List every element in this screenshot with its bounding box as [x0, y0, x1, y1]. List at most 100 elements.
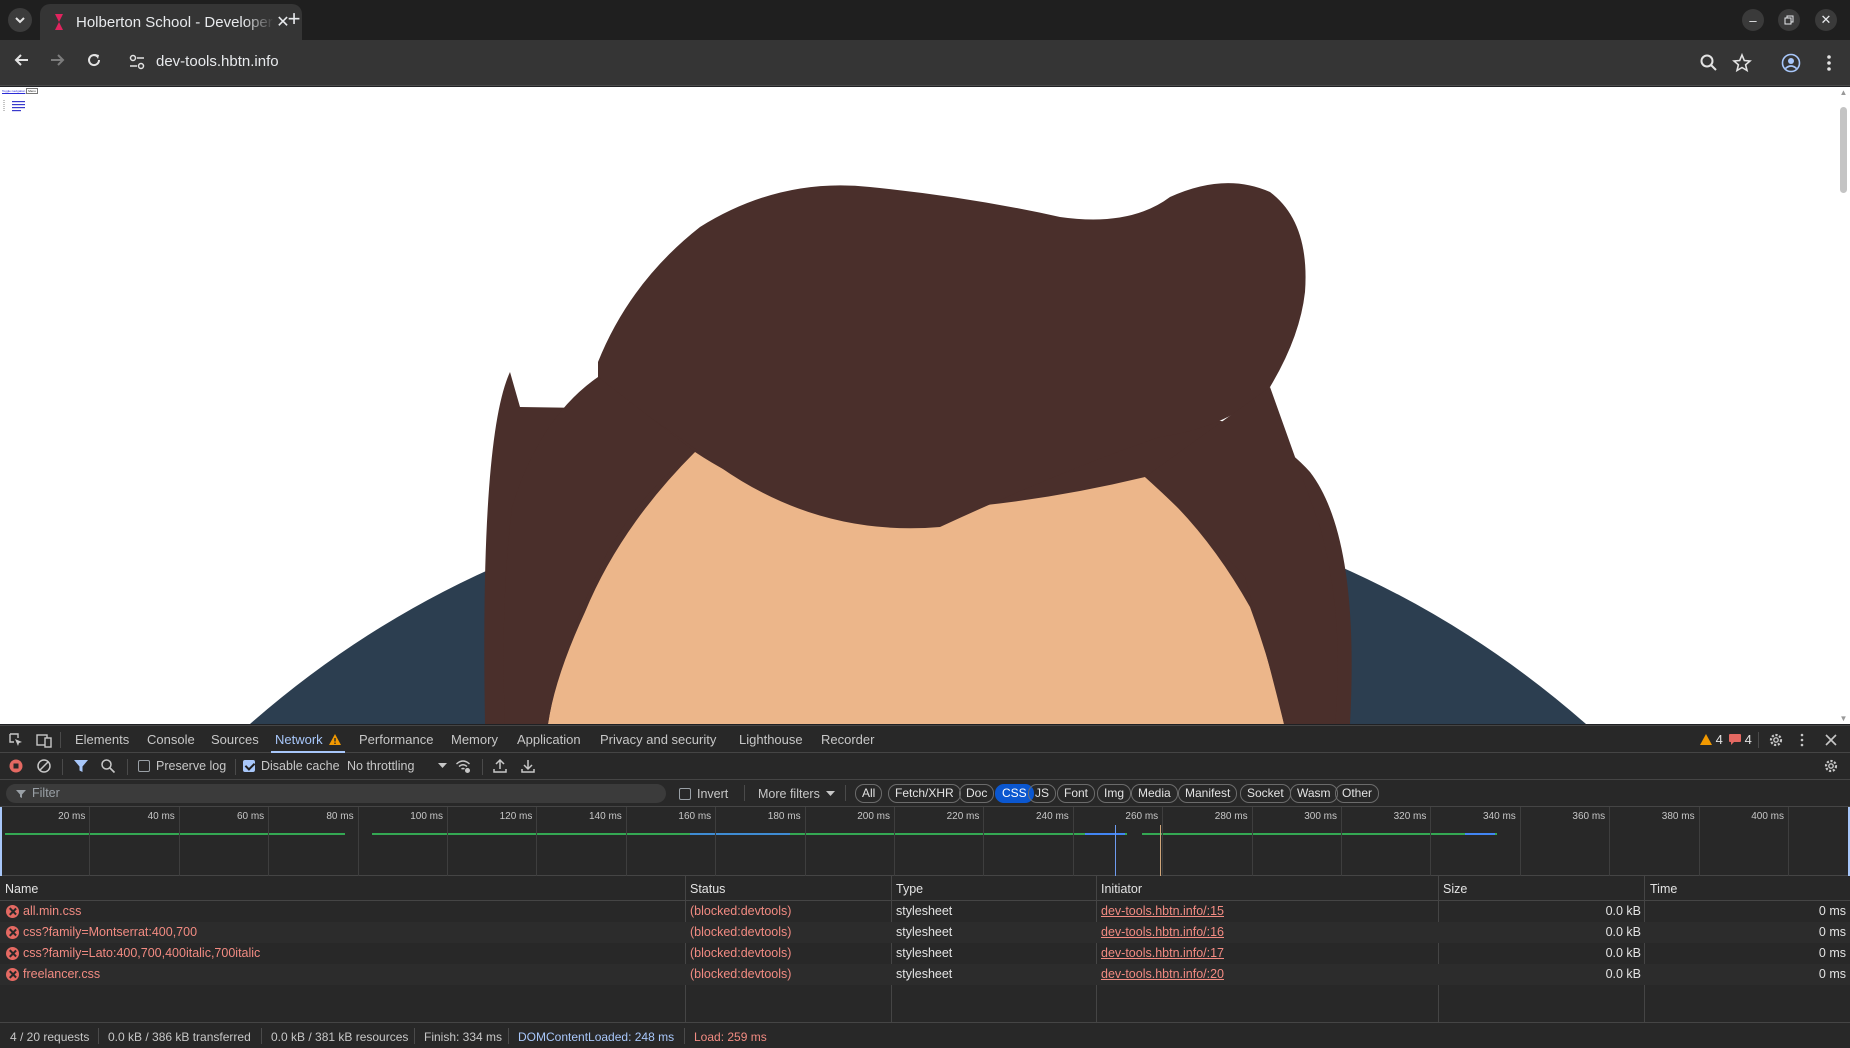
- import-har-icon[interactable]: [492, 758, 508, 774]
- request-initiator-link[interactable]: dev-tools.hbtn.info/:16: [1101, 925, 1224, 939]
- minimize-button[interactable]: –: [1742, 9, 1764, 31]
- devtools-close-icon[interactable]: [1823, 732, 1839, 748]
- col-type[interactable]: Type: [896, 882, 923, 896]
- settings-gear-icon[interactable]: [1768, 732, 1784, 748]
- export-har-icon[interactable]: [520, 758, 536, 774]
- new-tab-button[interactable]: +: [282, 8, 306, 32]
- timeline-tick-label: 220 ms: [946, 811, 980, 822]
- disable-cache-box[interactable]: [243, 760, 255, 772]
- clear-log-icon[interactable]: [36, 758, 52, 774]
- tab-lighthouse[interactable]: Lighthouse: [739, 732, 803, 747]
- timeline-tick-label: 280 ms: [1214, 811, 1248, 822]
- request-initiator-link[interactable]: dev-tools.hbtn.info/:20: [1101, 967, 1224, 981]
- preserve-log-checkbox[interactable]: Preserve log: [138, 759, 226, 773]
- issue-count: 4: [1744, 732, 1752, 747]
- scrollbar-thumb[interactable]: [1840, 107, 1847, 193]
- disable-cache-checkbox[interactable]: Disable cache: [243, 759, 340, 773]
- filter-input[interactable]: Filter: [6, 784, 666, 803]
- table-row[interactable]: freelancer.css (blocked:devtools) styles…: [0, 964, 1850, 985]
- warnings-counter[interactable]: 4: [1700, 732, 1723, 747]
- type-filter-socket[interactable]: Socket: [1240, 784, 1291, 803]
- browser-tab-active[interactable]: Holberton School - Developer tools ✕: [40, 4, 302, 40]
- request-initiator-link[interactable]: dev-tools.hbtn.info/:17: [1101, 946, 1224, 960]
- kebab-menu-icon[interactable]: [1818, 52, 1840, 74]
- col-size[interactable]: Size: [1443, 882, 1467, 896]
- type-filter-all[interactable]: All: [855, 784, 883, 803]
- col-status[interactable]: Status: [690, 882, 725, 896]
- disable-cache-label: Disable cache: [261, 759, 340, 773]
- request-size: 0.0 kB: [1605, 946, 1641, 960]
- table-row[interactable]: css?family=Lato:400,700,400italic,700ita…: [0, 943, 1850, 964]
- type-filter-font[interactable]: Font: [1057, 784, 1096, 803]
- tab-privacy-security[interactable]: Privacy and security: [600, 732, 716, 747]
- tab-sources[interactable]: Sources: [211, 732, 259, 747]
- type-filter-manifest[interactable]: Manifest: [1178, 784, 1238, 803]
- url-text[interactable]: dev-tools.hbtn.info: [156, 53, 279, 70]
- device-toolbar-icon[interactable]: [36, 732, 52, 748]
- site-info-icon[interactable]: [128, 53, 146, 71]
- close-window-button[interactable]: ✕: [1815, 9, 1837, 31]
- tab-console[interactable]: Console: [147, 732, 195, 747]
- col-name[interactable]: Name: [5, 882, 38, 896]
- forward-button[interactable]: [45, 51, 69, 75]
- invert-box[interactable]: [679, 788, 691, 800]
- more-filters-dropdown[interactable]: More filters: [758, 787, 835, 801]
- tab-performance[interactable]: Performance: [359, 732, 433, 747]
- timeline-gridline: [1609, 807, 1611, 876]
- timeline-tick-label: 380 ms: [1661, 811, 1695, 822]
- col-time[interactable]: Time: [1650, 882, 1677, 896]
- request-time: 0 ms: [1818, 925, 1846, 939]
- record-stop-icon[interactable]: [8, 758, 24, 774]
- type-filter-js[interactable]: JS: [1028, 784, 1057, 803]
- filter-funnel-icon[interactable]: [73, 758, 89, 774]
- restore-button[interactable]: [1778, 9, 1800, 31]
- tab-elements[interactable]: Elements: [75, 732, 129, 747]
- type-filter-doc[interactable]: Doc: [959, 784, 995, 803]
- request-name[interactable]: css?family=Lato:400,700,400italic,700ita…: [23, 946, 260, 960]
- overview-bar: [1142, 833, 1497, 835]
- zoom-icon[interactable]: [1698, 52, 1720, 74]
- devtools-more-icon[interactable]: [1794, 732, 1810, 748]
- request-name[interactable]: css?family=Montserrat:400,700: [23, 925, 197, 939]
- preserve-log-box[interactable]: [138, 760, 150, 772]
- warning-triangle-icon: [329, 734, 342, 745]
- request-name[interactable]: freelancer.css: [23, 967, 100, 981]
- type-filter-other[interactable]: Other: [1335, 784, 1380, 803]
- scroll-up-arrow-icon[interactable]: ▲: [1839, 88, 1848, 97]
- request-status: (blocked:devtools): [690, 967, 792, 981]
- overview-left-handle[interactable]: [0, 807, 2, 876]
- tab-network[interactable]: Network: [270, 732, 346, 753]
- table-row[interactable]: all.min.css (blocked:devtools) styleshee…: [0, 901, 1850, 922]
- tab-recorder[interactable]: Recorder: [821, 732, 874, 747]
- tab-application[interactable]: Application: [517, 732, 581, 747]
- request-name[interactable]: all.min.css: [23, 904, 81, 918]
- bookmark-star-icon[interactable]: [1731, 52, 1753, 74]
- throttling-select[interactable]: No throttling: [347, 759, 448, 773]
- type-filter-wasm[interactable]: Wasm: [1290, 784, 1338, 803]
- network-conditions-icon[interactable]: [455, 758, 471, 774]
- col-initiator[interactable]: Initiator: [1101, 882, 1142, 896]
- back-button[interactable]: [10, 51, 34, 75]
- network-overview-timeline[interactable]: 20 ms 40 ms 60 ms 80 ms 100 ms 120 ms 140 ms 16…: [0, 807, 1850, 876]
- type-filter-img[interactable]: Img: [1097, 784, 1132, 803]
- page-scrollbar[interactable]: ▲ ▼: [1836, 87, 1850, 724]
- profile-avatar-icon[interactable]: [1780, 52, 1802, 74]
- timeline-gridline: [1072, 807, 1074, 876]
- type-filter-fetch-xhr[interactable]: Fetch/XHR: [888, 784, 961, 803]
- domcontentloaded-marker: [1115, 825, 1116, 876]
- invert-checkbox[interactable]: Invert: [679, 787, 728, 801]
- inspect-element-icon[interactable]: [8, 732, 24, 748]
- type-filter-media[interactable]: Media: [1131, 784, 1178, 803]
- scroll-down-arrow-icon[interactable]: ▼: [1839, 714, 1848, 723]
- table-row[interactable]: css?family=Montserrat:400,700 (blocked:d…: [0, 922, 1850, 943]
- search-icon[interactable]: [100, 758, 116, 774]
- reload-button[interactable]: [82, 51, 106, 75]
- network-settings-gear-icon[interactable]: [1823, 758, 1839, 774]
- tab-search-button[interactable]: [8, 8, 32, 32]
- timeline-tick-label: 120 ms: [499, 811, 533, 822]
- timeline-gridline: [625, 807, 627, 876]
- tab-memory[interactable]: Memory: [451, 732, 498, 747]
- issues-counter[interactable]: 4: [1729, 732, 1752, 747]
- timeline-tick-label: 40 ms: [147, 811, 175, 822]
- request-initiator-link[interactable]: dev-tools.hbtn.info/:15: [1101, 904, 1224, 918]
